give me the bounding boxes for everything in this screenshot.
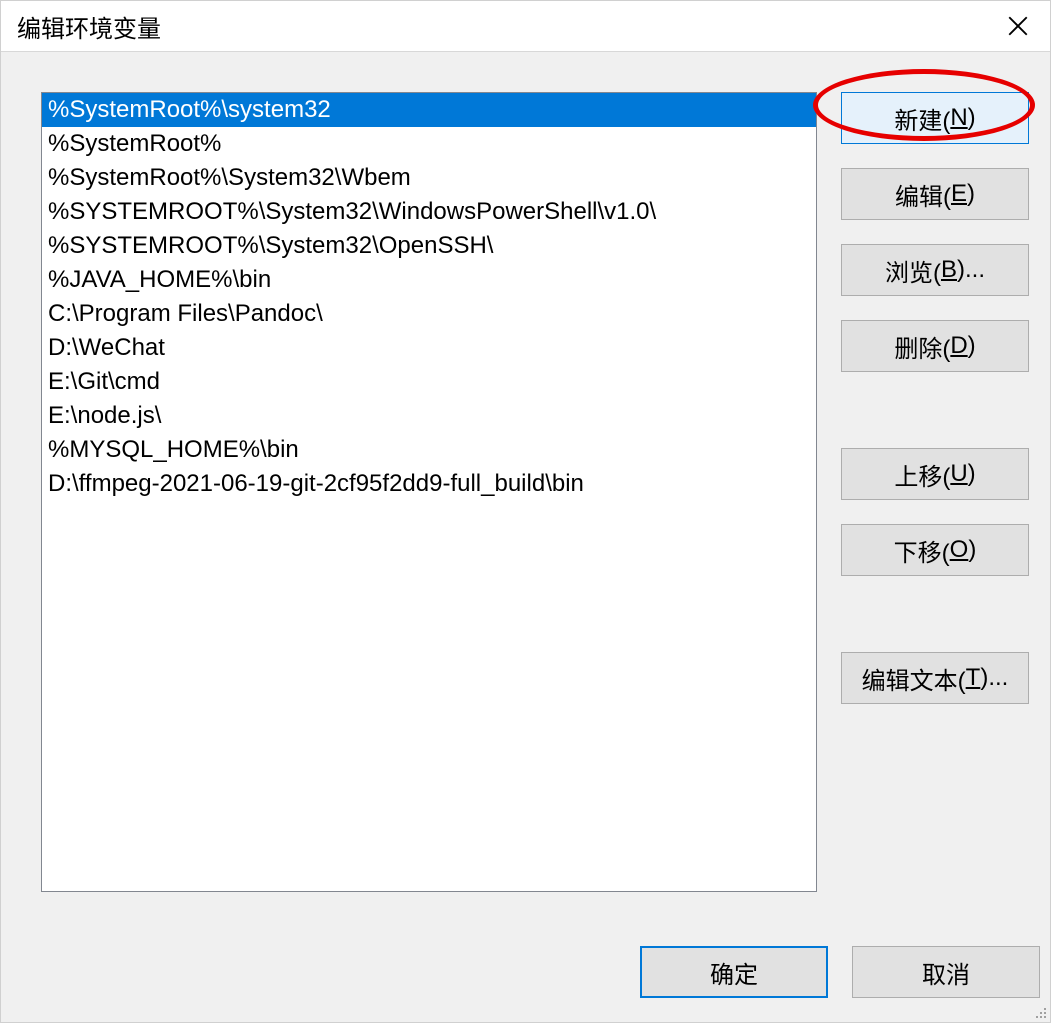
bottom-button-row: 确定 取消: [640, 946, 1040, 998]
list-item[interactable]: D:\WeChat: [42, 331, 816, 365]
new-button[interactable]: 新建(N): [841, 92, 1029, 144]
browse-button[interactable]: 浏览(B)...: [841, 244, 1029, 296]
moveup-button-prefix: 上移(: [894, 457, 950, 492]
browse-button-prefix: 浏览(: [885, 253, 941, 288]
edittext-button-hotkey: T: [966, 664, 981, 692]
list-item[interactable]: C:\Program Files\Pandoc\: [42, 297, 816, 331]
list-item[interactable]: %SYSTEMROOT%\System32\OpenSSH\: [42, 229, 816, 263]
new-button-suffix: ): [968, 104, 976, 132]
resize-grip-icon[interactable]: [1032, 1004, 1048, 1020]
close-icon: [1008, 16, 1028, 36]
movedown-button-prefix: 下移(: [894, 533, 950, 568]
movedown-button-suffix: ): [968, 536, 976, 564]
list-item[interactable]: %SystemRoot%\system32: [42, 93, 816, 127]
edit-env-var-dialog: 编辑环境变量 %SystemRoot%\system32%SystemRoot%…: [0, 0, 1051, 1023]
move-up-button[interactable]: 上移(U): [841, 448, 1029, 500]
movedown-button-hotkey: O: [950, 536, 969, 564]
delete-button-hotkey: D: [950, 332, 967, 360]
path-listbox[interactable]: %SystemRoot%\system32%SystemRoot%%System…: [41, 92, 817, 892]
close-button[interactable]: [998, 6, 1038, 46]
delete-button-prefix: 删除(: [894, 329, 950, 364]
list-item[interactable]: %SYSTEMROOT%\System32\WindowsPowerShell\…: [42, 195, 816, 229]
edit-button-hotkey: E: [951, 180, 967, 208]
list-item[interactable]: %MYSQL_HOME%\bin: [42, 433, 816, 467]
moveup-button-suffix: ): [968, 460, 976, 488]
edittext-button-suffix: )...: [980, 664, 1008, 692]
list-item[interactable]: E:\Git\cmd: [42, 365, 816, 399]
main-row: %SystemRoot%\system32%SystemRoot%%System…: [1, 52, 1050, 892]
list-item[interactable]: %SystemRoot%\System32\Wbem: [42, 161, 816, 195]
list-item[interactable]: D:\ffmpeg-2021-06-19-git-2cf95f2dd9-full…: [42, 467, 816, 501]
list-item[interactable]: %SystemRoot%: [42, 127, 816, 161]
browse-button-suffix: )...: [957, 256, 985, 284]
delete-button[interactable]: 删除(D): [841, 320, 1029, 372]
list-item[interactable]: %JAVA_HOME%\bin: [42, 263, 816, 297]
new-button-hotkey: N: [950, 104, 967, 132]
edittext-button-prefix: 编辑文本(: [862, 661, 966, 696]
new-button-prefix: 新建(: [894, 101, 950, 136]
edit-button[interactable]: 编辑(E): [841, 168, 1029, 220]
ok-button[interactable]: 确定: [640, 946, 828, 998]
right-button-column: 新建(N) 编辑(E) 浏览(B)... 删除(D) 上移(U) 下移(O): [841, 92, 1029, 892]
content-area: %SystemRoot%\system32%SystemRoot%%System…: [1, 51, 1050, 1022]
delete-button-suffix: ): [968, 332, 976, 360]
moveup-button-hotkey: U: [950, 460, 967, 488]
edit-button-suffix: ): [967, 180, 975, 208]
edit-text-button[interactable]: 编辑文本(T)...: [841, 652, 1029, 704]
move-down-button[interactable]: 下移(O): [841, 524, 1029, 576]
browse-button-hotkey: B: [941, 256, 957, 284]
list-item[interactable]: E:\node.js\: [42, 399, 816, 433]
titlebar: 编辑环境变量: [1, 1, 1050, 51]
cancel-button[interactable]: 取消: [852, 946, 1040, 998]
edit-button-prefix: 编辑(: [895, 177, 951, 212]
dialog-title: 编辑环境变量: [17, 9, 161, 44]
